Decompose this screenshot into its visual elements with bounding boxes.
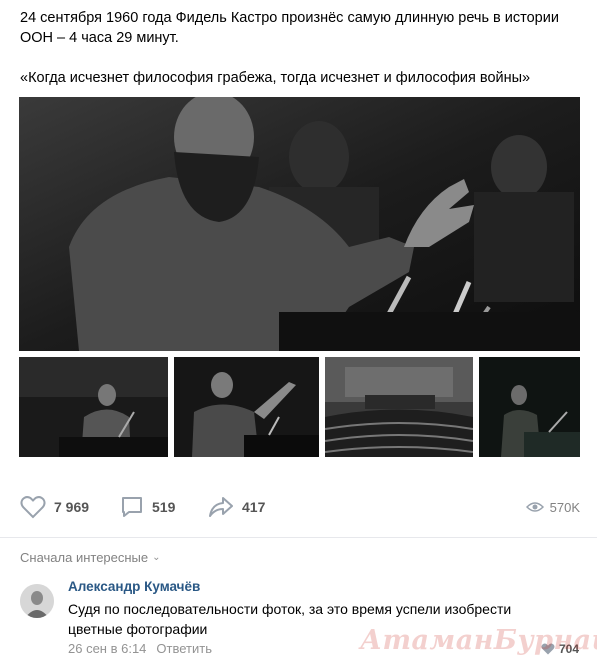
- main-photo[interactable]: [19, 97, 580, 351]
- post-text: 24 сентября 1960 года Фидель Кастро прои…: [20, 8, 580, 88]
- thumbnail-photo-4[interactable]: [479, 357, 580, 457]
- avatar[interactable]: [20, 584, 54, 618]
- share-button[interactable]: 417: [208, 493, 265, 521]
- like-count: 7 969: [54, 499, 90, 515]
- chevron-down-icon: ⌄: [152, 552, 161, 563]
- divider: [0, 537, 597, 538]
- comment-author[interactable]: Александр Кумачёв: [68, 579, 200, 594]
- view-counter: 570K: [525, 493, 580, 521]
- reply-button[interactable]: Ответить: [156, 641, 212, 656]
- eye-icon: [525, 502, 544, 512]
- share-icon: [209, 497, 233, 517]
- post-text-line1: 24 сентября 1960 года Фидель Кастро прои…: [20, 10, 559, 26]
- thumbnail-photo-2[interactable]: [174, 357, 319, 457]
- post-quote: «Когда исчезнет философия грабежа, тогда…: [20, 70, 531, 86]
- comment-count: 519: [152, 499, 176, 515]
- thumbnail-photo-1[interactable]: [19, 357, 168, 457]
- comment-icon: [122, 497, 142, 517]
- watermark: АтаманБурнаш для ЯП: [360, 625, 597, 656]
- comment-button[interactable]: 519: [120, 493, 175, 521]
- post-actions: 7 969 519 417 570K: [20, 493, 580, 521]
- like-button[interactable]: 7 969: [20, 493, 89, 521]
- comment-meta: 26 сен в 6:14 Ответить: [68, 641, 212, 656]
- comment-date[interactable]: 26 сен в 6:14: [68, 641, 146, 656]
- heart-icon: [20, 496, 46, 519]
- share-count: 417: [242, 499, 266, 515]
- comments-sort-label: Сначала интересные: [20, 550, 149, 565]
- view-count: 570K: [549, 499, 580, 515]
- post-text-line2: ООН – 4 часа 29 минут.: [20, 30, 179, 46]
- thumbnail-photo-3[interactable]: [325, 357, 473, 457]
- comments-sort-dropdown[interactable]: Сначала интересные ⌄: [20, 550, 161, 565]
